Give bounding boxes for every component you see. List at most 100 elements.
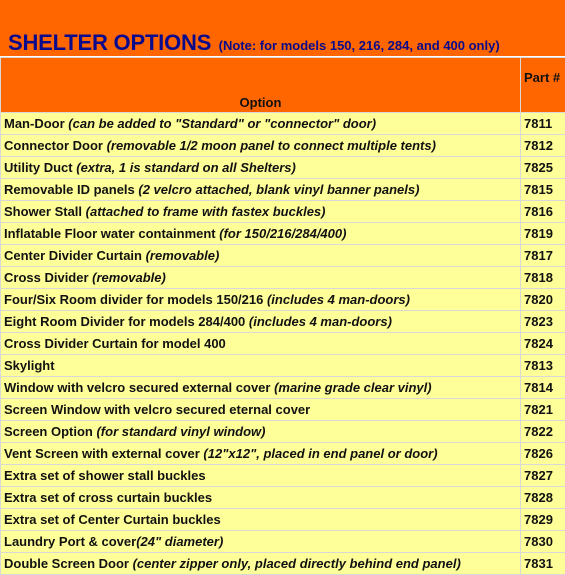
table-row: Window with velcro secured external cove… xyxy=(1,377,565,399)
option-cell: Four/Six Room divider for models 150/216… xyxy=(1,289,521,311)
page-title: SHELTER OPTIONS (Note: for models 150, 2… xyxy=(8,30,500,56)
options-table: Option Part # Man-Door (can be added to … xyxy=(0,57,565,575)
option-cell: Utility Duct (extra, 1 is standard on al… xyxy=(1,157,521,179)
option-note: (12"x12", placed in end panel or door) xyxy=(203,446,437,461)
option-name: Removable ID panels xyxy=(4,182,138,197)
part-number-cell: 7825 xyxy=(521,157,565,179)
option-cell: Shower Stall (attached to frame with fas… xyxy=(1,201,521,223)
table-row: Removable ID panels (2 velcro attached, … xyxy=(1,179,565,201)
table-row: Cross Divider (removable)7818 xyxy=(1,267,565,289)
option-note: (can be added to "Standard" or "connecto… xyxy=(68,116,376,131)
table-row: Center Divider Curtain (removable)7817 xyxy=(1,245,565,267)
table-body: Man-Door (can be added to "Standard" or … xyxy=(1,113,565,575)
option-cell: Cross Divider (removable) xyxy=(1,267,521,289)
option-name: Extra set of Center Curtain buckles xyxy=(4,512,221,527)
option-note: (for 150/216/284/400) xyxy=(219,226,346,241)
option-name: Cross Divider Curtain for model 400 xyxy=(4,336,226,351)
part-number-cell: 7827 xyxy=(521,465,565,487)
option-cell: Screen Window with velcro secured eterna… xyxy=(1,399,521,421)
part-number-cell: 7818 xyxy=(521,267,565,289)
table-row: Extra set of shower stall buckles 7827 xyxy=(1,465,565,487)
part-number-cell: 7822 xyxy=(521,421,565,443)
table-row: Connector Door (removable 1/2 moon panel… xyxy=(1,135,565,157)
option-name: Center Divider Curtain xyxy=(4,248,146,263)
option-cell: Extra set of Center Curtain buckles xyxy=(1,509,521,531)
table-row: Eight Room Divider for models 284/400 (i… xyxy=(1,311,565,333)
part-number-cell: 7828 xyxy=(521,487,565,509)
option-cell: Skylight xyxy=(1,355,521,377)
option-name: Extra set of cross curtain buckles xyxy=(4,490,212,505)
part-number-cell: 7819 xyxy=(521,223,565,245)
option-name: Cross Divider xyxy=(4,270,92,285)
option-cell: Connector Door (removable 1/2 moon panel… xyxy=(1,135,521,157)
table-row: Four/Six Room divider for models 150/216… xyxy=(1,289,565,311)
part-number-cell: 7821 xyxy=(521,399,565,421)
option-note: (extra, 1 is standard on all Shelters) xyxy=(76,160,296,175)
part-number-cell: 7812 xyxy=(521,135,565,157)
part-number-cell: 7813 xyxy=(521,355,565,377)
part-number-cell: 7820 xyxy=(521,289,565,311)
option-cell: Window with velcro secured external cove… xyxy=(1,377,521,399)
option-cell: Eight Room Divider for models 284/400 (i… xyxy=(1,311,521,333)
table-row: Extra set of cross curtain buckles 7828 xyxy=(1,487,565,509)
title-note: (Note: for models 150, 216, 284, and 400… xyxy=(219,38,500,53)
column-header-part: Part # xyxy=(521,58,565,113)
table-row: Utility Duct (extra, 1 is standard on al… xyxy=(1,157,565,179)
table-row: Shower Stall (attached to frame with fas… xyxy=(1,201,565,223)
option-note: (includes 4 man-doors) xyxy=(267,292,410,307)
part-number-cell: 7811 xyxy=(521,113,565,135)
table-row: Skylight 7813 xyxy=(1,355,565,377)
option-note: (removable 1/2 moon panel to connect mul… xyxy=(107,138,436,153)
option-name: Window with velcro secured external cove… xyxy=(4,380,274,395)
option-cell: Inflatable Floor water containment (for … xyxy=(1,223,521,245)
option-name: Laundry Port & cover xyxy=(4,534,136,549)
option-note: (for standard vinyl window) xyxy=(96,424,265,439)
part-number-cell: 7826 xyxy=(521,443,565,465)
option-note: (includes 4 man-doors) xyxy=(249,314,392,329)
table-row: Laundry Port & cover(24" diameter)7830 xyxy=(1,531,565,553)
option-note: (24" diameter) xyxy=(136,534,223,549)
option-cell: Cross Divider Curtain for model 400 xyxy=(1,333,521,355)
option-cell: Removable ID panels (2 velcro attached, … xyxy=(1,179,521,201)
part-number-cell: 7816 xyxy=(521,201,565,223)
title-text: SHELTER OPTIONS xyxy=(8,30,211,55)
part-number-cell: 7815 xyxy=(521,179,565,201)
option-cell: Screen Option (for standard vinyl window… xyxy=(1,421,521,443)
option-cell: Extra set of shower stall buckles xyxy=(1,465,521,487)
option-name: Man-Door xyxy=(4,116,68,131)
part-number-cell: 7817 xyxy=(521,245,565,267)
option-cell: Extra set of cross curtain buckles xyxy=(1,487,521,509)
option-name: Screen Window with velcro secured eterna… xyxy=(4,402,310,417)
option-name: Screen Option xyxy=(4,424,96,439)
table-row: Screen Window with velcro secured eterna… xyxy=(1,399,565,421)
option-cell: Laundry Port & cover(24" diameter) xyxy=(1,531,521,553)
part-number-cell: 7824 xyxy=(521,333,565,355)
option-name: Skylight xyxy=(4,358,55,373)
option-note: (removable) xyxy=(92,270,166,285)
table-row: Cross Divider Curtain for model 400 7824 xyxy=(1,333,565,355)
part-number-cell: 7823 xyxy=(521,311,565,333)
table-row: Man-Door (can be added to "Standard" or … xyxy=(1,113,565,135)
option-cell: Center Divider Curtain (removable) xyxy=(1,245,521,267)
part-number-cell: 7814 xyxy=(521,377,565,399)
table-row: Inflatable Floor water containment (for … xyxy=(1,223,565,245)
option-name: Extra set of shower stall buckles xyxy=(4,468,206,483)
option-name: Shower Stall xyxy=(4,204,86,219)
option-name: Inflatable Floor water containment xyxy=(4,226,219,241)
option-note: (removable) xyxy=(146,248,220,263)
part-number-cell: 7830 xyxy=(521,531,565,553)
option-name: Eight Room Divider for models 284/400 xyxy=(4,314,249,329)
option-note: (marine grade clear vinyl) xyxy=(274,380,432,395)
option-cell: Vent Screen with external cover (12"x12"… xyxy=(1,443,521,465)
option-name: Utility Duct xyxy=(4,160,76,175)
column-header-option: Option xyxy=(1,58,521,113)
table-row: Screen Option (for standard vinyl window… xyxy=(1,421,565,443)
option-cell: Man-Door (can be added to "Standard" or … xyxy=(1,113,521,135)
part-number-cell: 7829 xyxy=(521,509,565,531)
option-note: (2 velcro attached, blank vinyl banner p… xyxy=(138,182,419,197)
table-header-row: Option Part # xyxy=(1,58,565,113)
option-name: Four/Six Room divider for models 150/216 xyxy=(4,292,267,307)
table-row: Vent Screen with external cover (12"x12"… xyxy=(1,443,565,465)
option-name: Connector Door xyxy=(4,138,107,153)
option-note: (attached to frame with fastex buckles) xyxy=(86,204,326,219)
